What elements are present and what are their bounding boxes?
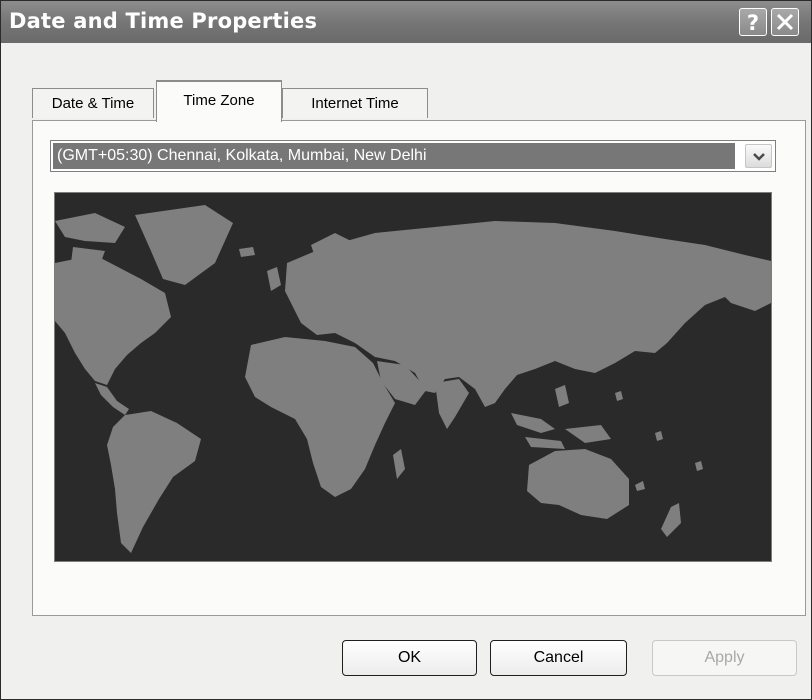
close-button[interactable] [771, 8, 799, 36]
tab-internet-time[interactable]: Internet Time [282, 88, 428, 118]
timezone-dropdown[interactable]: (GMT+05:30) Chennai, Kolkata, Mumbai, Ne… [50, 140, 776, 172]
close-icon [776, 13, 794, 31]
tab-date-time[interactable]: Date & Time [32, 88, 154, 118]
dropdown-arrow-button[interactable] [745, 144, 772, 168]
apply-button[interactable]: Apply [652, 640, 797, 676]
timezone-selected-value: (GMT+05:30) Chennai, Kolkata, Mumbai, Ne… [53, 143, 735, 169]
world-map-graphic [55, 205, 771, 553]
cancel-button[interactable]: Cancel [490, 640, 627, 676]
ok-button[interactable]: OK [342, 640, 477, 676]
title-bar[interactable]: Date and Time Properties ? [1, 1, 811, 43]
chevron-down-icon [752, 153, 765, 161]
world-map [54, 192, 772, 562]
tab-time-zone[interactable]: Time Zone [156, 80, 282, 122]
window-title: Date and Time Properties [9, 9, 318, 33]
help-button[interactable]: ? [739, 8, 767, 36]
